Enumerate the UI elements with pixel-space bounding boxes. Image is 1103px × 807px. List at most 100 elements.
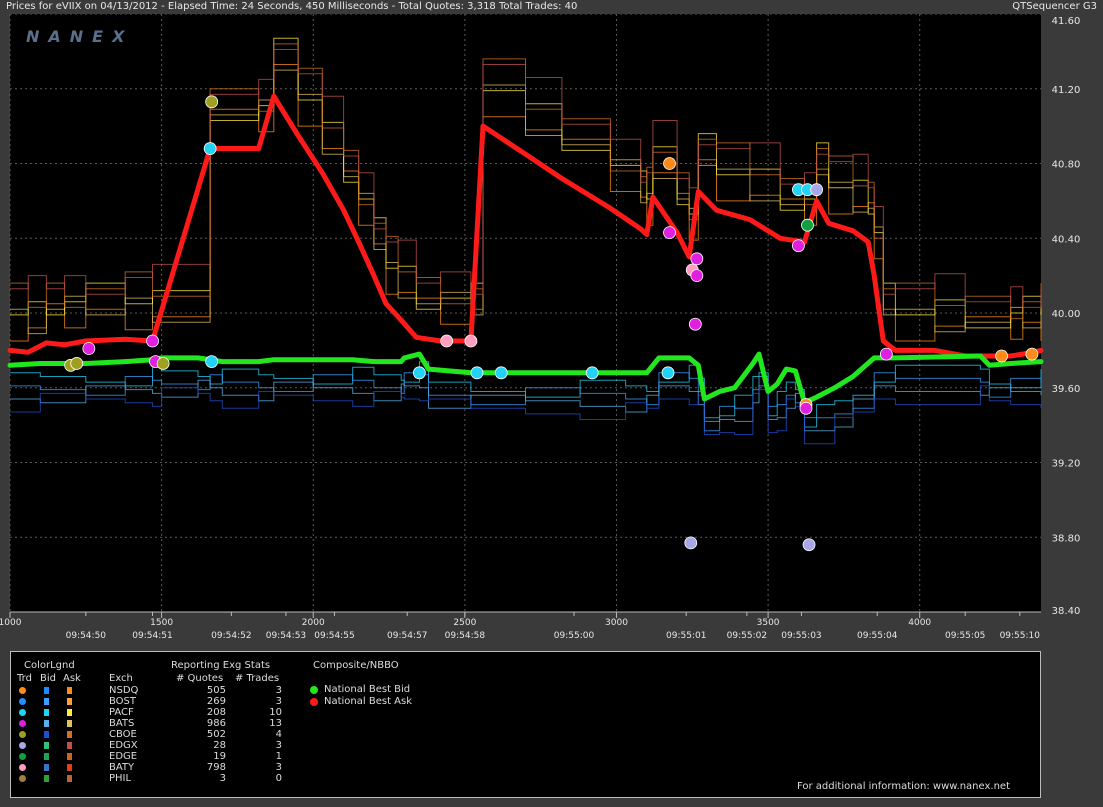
trade-marker (494, 366, 508, 380)
quote-count: 3 (219, 773, 226, 784)
legend-bid-header: Bid (40, 673, 56, 684)
y-tick-label: 40.00 (1052, 309, 1081, 320)
trade-marker (801, 218, 814, 232)
x-time-tick-label: 09:55:01 (666, 631, 706, 641)
trade-color-icon (19, 764, 26, 771)
legend-row: PHIL 3 0 (11, 773, 311, 785)
trade-color-icon (19, 687, 26, 694)
trade-color-icon (19, 731, 26, 738)
nbb-dot-icon (310, 686, 318, 694)
legend-composite-title: Composite/NBBO (313, 660, 399, 671)
x-time-tick-label: 09:55:05 (945, 631, 985, 641)
trade-color-icon (19, 753, 26, 760)
nbo-dot-icon (310, 698, 318, 706)
legend-color-title: ColorLgnd (24, 660, 75, 671)
trade-marker (663, 226, 676, 240)
trade-marker (802, 538, 816, 552)
ask-color-icon (67, 753, 72, 760)
x-seq-tick-label: 2000 (302, 618, 325, 628)
bid-color-icon (44, 720, 49, 727)
x-seq-tick-label: 4000 (908, 618, 931, 628)
x-time-tick-label: 09:54:55 (314, 631, 354, 641)
bid-color-icon (44, 753, 49, 760)
legend-nbb: National Best Bid (310, 684, 510, 696)
x-time-tick-label: 09:54:52 (211, 631, 251, 641)
trade-marker (82, 342, 96, 355)
trade-color-icon (19, 698, 26, 705)
y-tick-label: 41.20 (1052, 85, 1081, 96)
legend-panel: ColorLgnd Trd Bid Ask Exch Reporting Exg… (10, 651, 1041, 798)
x-time-tick-label: 09:55:04 (857, 631, 898, 641)
x-time-tick-label: 09:54:51 (132, 631, 172, 641)
ask-color-icon (67, 742, 72, 749)
y-tick-label: 40.80 (1052, 160, 1081, 171)
trade-color-icon (19, 709, 26, 716)
trade-marker (205, 355, 219, 368)
price-chart: NANEX 41.60 41.20 40.80 40.40 40.00 39.60 39.2… (0, 14, 1081, 641)
legend-ask-header: Ask (63, 673, 81, 684)
trade-marker (70, 357, 84, 370)
x-seq-tick-label: 1000 (0, 618, 22, 628)
trade-marker (663, 157, 676, 170)
legend-trades-header: # Trades (235, 673, 280, 684)
x-seq-tick-label: 3500 (757, 618, 780, 628)
ask-color-icon (67, 720, 72, 727)
x-axis: 1000 1500 2000 2500 3000 3500 4000 09:54:50 09:5… (0, 611, 1041, 641)
x-time-tick-label: 09:55:03 (781, 631, 821, 641)
nanex-watermark: NANEX (26, 27, 133, 46)
trade-marker (146, 334, 159, 348)
nbo-label: National Best Ask (324, 696, 413, 707)
x-time-tick-label: 09:54:57 (387, 631, 427, 641)
x-time-tick-label: 09:54:50 (66, 631, 107, 641)
trade-color-icon (19, 720, 26, 727)
x-seq-tick-label: 3000 (605, 618, 628, 628)
trade-marker (156, 357, 170, 370)
trade-marker (792, 239, 805, 253)
bid-color-icon (44, 731, 49, 738)
legend-nbo: National Best Ask (310, 696, 510, 708)
y-tick-label: 38.80 (1052, 533, 1081, 544)
trade-marker (799, 401, 813, 415)
trade-marker (879, 347, 893, 361)
trade-marker (661, 366, 675, 380)
trade-marker (810, 183, 824, 197)
ask-color-icon (67, 764, 72, 771)
ask-color-icon (67, 709, 72, 716)
bid-color-icon (44, 698, 49, 705)
ask-color-icon (67, 698, 72, 705)
legend-trd-header: Trd (17, 673, 32, 684)
x-time-tick-label: 09:54:53 (266, 631, 306, 641)
trade-marker (690, 269, 704, 283)
trade-marker (995, 349, 1008, 363)
trade-color-icon (19, 742, 26, 749)
ask-color-icon (67, 775, 72, 782)
x-time-tick-label: 09:55:02 (727, 631, 767, 641)
trade-marker (690, 252, 704, 266)
y-tick-label: 38.40 (1052, 606, 1081, 617)
y-tick-label: 39.20 (1052, 459, 1081, 470)
bid-color-icon (44, 742, 49, 749)
y-tick-label: 41.60 (1052, 16, 1081, 27)
bid-color-icon (44, 775, 49, 782)
x-time-tick-label: 09:55:00 (554, 631, 595, 641)
x-seq-tick-label: 2500 (453, 618, 476, 628)
y-tick-label: 40.40 (1052, 234, 1081, 245)
legend-stats-title: Reporting Exg Stats (171, 660, 271, 671)
x-time-tick-label: 09:55:10 (1000, 631, 1041, 641)
trade-marker (464, 334, 478, 348)
trade-marker (440, 334, 454, 348)
exch-name: PHIL (109, 773, 132, 784)
bid-color-icon (44, 709, 49, 716)
trade-marker (205, 95, 219, 109)
trade-marker (585, 366, 599, 380)
trade-marker (203, 142, 217, 155)
title-bar: Prices for eVIIX on 04/13/2012 - Elapsed… (0, 0, 1103, 14)
legend-quotes-header: # Quotes (176, 673, 224, 684)
x-seq-tick-label: 1500 (150, 618, 173, 628)
chart-title: Prices for eVIIX on 04/13/2012 - Elapsed… (6, 1, 578, 12)
trade-marker (688, 317, 702, 331)
bid-color-icon (44, 687, 49, 694)
trade-marker (412, 366, 426, 380)
ask-color-icon (67, 687, 72, 694)
app-name: QTSequencer G3 (1012, 1, 1097, 12)
